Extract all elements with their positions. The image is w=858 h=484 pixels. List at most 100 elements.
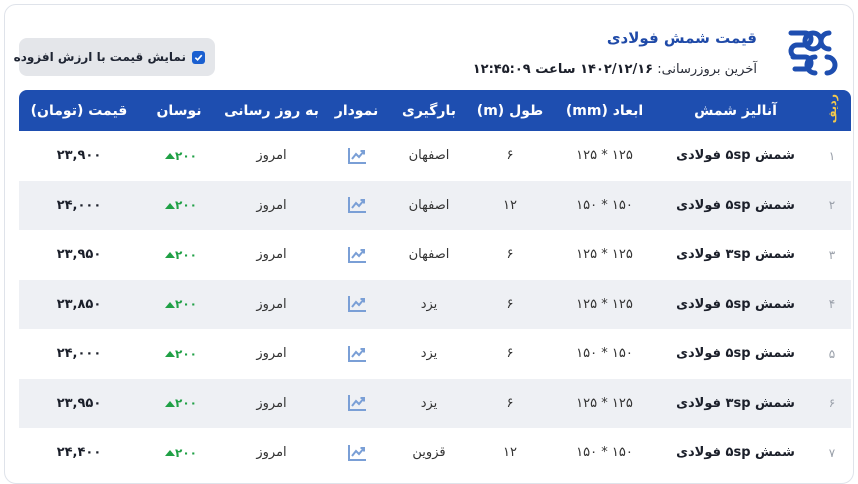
check-icon	[194, 54, 203, 61]
chart-icon[interactable]	[347, 246, 367, 264]
row-price: ۲۳,۹۵۰	[56, 395, 102, 411]
row-chart[interactable]	[324, 428, 389, 478]
up-arrow-icon	[165, 301, 175, 308]
chart-icon[interactable]	[347, 345, 367, 363]
vat-checkbox[interactable]	[192, 50, 205, 64]
row-change-value: ۲۰۰	[175, 297, 197, 312]
row-dimensions: ۱۵۰ * ۱۵۰	[576, 346, 633, 362]
table-row[interactable]: ۱ شمش ۵sp فولادی ۱۲۵ * ۱۲۵ ۶ اصفهان امروز ۲۰۰ ۲…	[19, 131, 851, 181]
row-index: ۳	[828, 247, 836, 262]
row-index: ۶	[828, 396, 836, 411]
table-header-row: ردیف آنالیز شمش ابعاد (mm) طول (m) بارگی…	[19, 90, 851, 131]
row-analysis: شمش ۵sp فولادی	[676, 148, 795, 164]
row-dimensions: ۱۲۵ * ۱۲۵	[576, 247, 633, 263]
price-card: قیمت شمش فولادی آخرین بروزرسانی: ۱۴۰۲/۱۲…	[4, 4, 854, 484]
row-index: ۴	[828, 297, 836, 312]
row-updated: امروز	[256, 395, 287, 411]
row-dimensions: ۱۵۰ * ۱۵۰	[576, 197, 633, 213]
row-analysis: شمش ۵sp فولادی	[676, 197, 795, 213]
row-dimensions: ۱۲۵ * ۱۲۵	[576, 148, 633, 164]
chart-icon[interactable]	[347, 295, 367, 313]
row-analysis: شمش ۵sp فولادی	[676, 296, 795, 312]
row-analysis: شمش ۳sp فولادی	[676, 395, 795, 411]
table-row[interactable]: ۳ شمش ۳sp فولادی ۱۲۵ * ۱۲۵ ۶ اصفهان امروز ۲۰۰ ۲…	[19, 230, 851, 280]
row-index: ۷	[828, 445, 836, 460]
table-row[interactable]: ۲ شمش ۵sp فولادی ۱۵۰ * ۱۵۰ ۱۲ اصفهان امروز ۲۰۰…	[19, 180, 851, 231]
row-chart[interactable]	[324, 379, 389, 429]
row-price: ۲۳,۹۰۰	[56, 148, 102, 164]
row-length: ۶	[506, 296, 514, 312]
row-length: ۶	[506, 346, 514, 362]
row-chart[interactable]	[324, 181, 389, 231]
row-change-value: ۲۰۰	[175, 198, 197, 213]
price-table: ردیف آنالیز شمش ابعاد (mm) طول (m) بارگی…	[19, 90, 851, 478]
row-dimensions: ۱۲۵ * ۱۲۵	[576, 395, 633, 411]
row-change: ۲۰۰	[139, 329, 219, 379]
row-change: ۲۰۰	[139, 230, 219, 280]
row-length: ۶	[506, 148, 514, 164]
last-updated-value: ۱۴۰۲/۱۲/۱۶ ساعت ۱۲:۴۵:۰۹	[472, 62, 654, 77]
col-chart[interactable]: نمودار	[324, 90, 389, 131]
col-dimensions[interactable]: ابعاد (mm)	[551, 90, 658, 131]
chart-icon[interactable]	[347, 147, 367, 165]
row-length: ۱۲	[503, 445, 517, 461]
row-analysis: شمش ۵sp فولادی	[676, 445, 795, 461]
table-row[interactable]: ۴ شمش ۵sp فولادی ۱۲۵ * ۱۲۵ ۶ یزد امروز ۲۰۰ ۲۳,۸…	[19, 279, 851, 330]
vat-toggle[interactable]: نمایش قیمت با ارزش افزوده	[14, 38, 215, 76]
row-change: ۲۰۰	[139, 379, 219, 429]
row-updated: امروز	[256, 197, 287, 213]
row-chart[interactable]	[324, 280, 389, 330]
last-updated-label: آخرین بروزرسانی:	[657, 62, 757, 77]
row-analysis: شمش ۳sp فولادی	[676, 247, 795, 263]
row-updated: امروز	[256, 445, 287, 461]
col-change[interactable]: نوسان	[139, 90, 219, 131]
row-updated: امروز	[256, 296, 287, 312]
row-chart[interactable]	[324, 131, 389, 181]
brand-logo-icon	[788, 30, 838, 76]
col-updated[interactable]: به روز رسانی	[219, 90, 324, 131]
row-updated: امروز	[256, 346, 287, 362]
table-row[interactable]: ۶ شمش ۳sp فولادی ۱۲۵ * ۱۲۵ ۶ یزد امروز ۲۰۰ ۲۳,۹…	[19, 378, 851, 429]
up-arrow-icon	[165, 153, 175, 160]
vat-toggle-label: نمایش قیمت با ارزش افزوده	[13, 50, 186, 64]
col-loading[interactable]: بارگیری	[389, 90, 469, 131]
row-price: ۲۴,۴۰۰	[56, 445, 102, 461]
row-price: ۲۴,۰۰۰	[56, 197, 102, 213]
row-change: ۲۰۰	[139, 428, 219, 478]
row-updated: امروز	[256, 148, 287, 164]
row-price: ۲۳,۹۵۰	[56, 247, 102, 263]
chart-icon[interactable]	[347, 444, 367, 462]
table-row[interactable]: ۷ شمش ۵sp فولادی ۱۵۰ * ۱۵۰ ۱۲ قزوین امروز ۲۰۰ ۲…	[19, 428, 851, 478]
col-index[interactable]: ردیف	[813, 90, 851, 131]
row-loading: اصفهان	[408, 247, 450, 263]
row-length: ۶	[506, 395, 514, 411]
chart-icon[interactable]	[347, 196, 367, 214]
row-index: ۱	[828, 148, 836, 163]
col-analysis[interactable]: آنالیز شمش	[658, 90, 813, 131]
chart-icon[interactable]	[347, 394, 367, 412]
row-chart[interactable]	[324, 329, 389, 379]
card-header: قیمت شمش فولادی آخرین بروزرسانی: ۱۴۰۲/۱۲…	[5, 5, 853, 89]
row-loading: اصفهان	[408, 148, 450, 164]
col-price[interactable]: قیمت (تومان)	[19, 90, 139, 131]
table-row[interactable]: ۵ شمش ۵sp فولادی ۱۵۰ * ۱۵۰ ۶ یزد امروز ۲۰۰ ۲۴,۰…	[19, 329, 851, 379]
row-updated: امروز	[256, 247, 287, 263]
row-loading: قزوین	[412, 445, 446, 461]
row-change-value: ۲۰۰	[175, 148, 197, 163]
row-dimensions: ۱۲۵ * ۱۲۵	[576, 296, 633, 312]
row-change: ۲۰۰	[139, 181, 219, 231]
up-arrow-icon	[165, 400, 175, 407]
row-index: ۲	[828, 198, 836, 213]
up-arrow-icon	[165, 202, 175, 209]
row-loading: اصفهان	[408, 197, 450, 213]
row-index: ۵	[828, 346, 836, 361]
last-updated: آخرین بروزرسانی: ۱۴۰۲/۱۲/۱۶ ساعت ۱۲:۴۵:۰…	[473, 62, 757, 77]
up-arrow-icon	[165, 351, 175, 358]
up-arrow-icon	[165, 252, 175, 259]
col-length[interactable]: طول (m)	[469, 90, 551, 131]
up-arrow-icon	[165, 450, 175, 457]
row-price: ۲۴,۰۰۰	[56, 346, 102, 362]
page-title: قیمت شمش فولادی	[606, 29, 757, 47]
row-chart[interactable]	[324, 230, 389, 280]
row-change-value: ۲۰۰	[175, 396, 197, 411]
